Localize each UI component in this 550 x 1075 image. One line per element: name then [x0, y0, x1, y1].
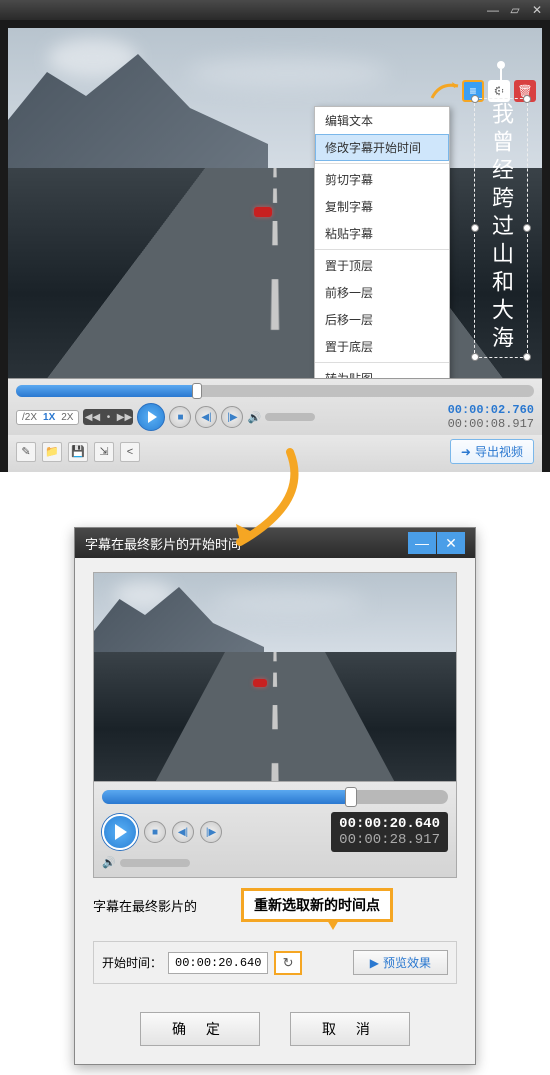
start-time-label: 开始时间：	[102, 954, 162, 971]
menu-change-start-time[interactable]: 修改字幕开始时间	[315, 134, 449, 161]
player-controls: /2X 1X 2X ◀◀ • ▶▶ ■ ◀| |▶ 🔊 00:00:02.760…	[8, 378, 542, 435]
start-time-dialog: 字幕在最终影片的开始时间 — ✕ ■ ◀| |▶ 00:00:20.640 00…	[74, 527, 476, 1065]
dialog-button-row: 确 定 取 消	[75, 998, 475, 1064]
menu-forward[interactable]: 前移一层	[315, 279, 449, 306]
close-icon[interactable]: ✕	[530, 3, 544, 17]
time-display: 00:00:02.760 00:00:08.917	[448, 403, 534, 431]
menu-paste[interactable]: 粘贴字幕	[315, 220, 449, 247]
start-time-input[interactable]: 00:00:20.640	[168, 952, 268, 974]
dialog-time-display: 00:00:20.640 00:00:28.917	[331, 812, 448, 852]
menu-copy[interactable]: 复制字幕	[315, 193, 449, 220]
video-editor-window: — ▱ ✕ ≡ ⚙ 🗑 我曾经跨过山和大海 编辑文本 修改字幕开始时间	[0, 0, 550, 472]
menu-cut[interactable]: 剪切字幕	[315, 166, 449, 193]
minimize-icon[interactable]: —	[486, 3, 500, 17]
next-frame-button[interactable]: |▶	[221, 406, 243, 428]
callout-arrow-icon	[430, 80, 464, 102]
export-arrow-icon: ➜	[461, 445, 471, 459]
dialog-volume-control[interactable]: 🔊	[102, 856, 448, 869]
export-icon[interactable]: ⇲	[94, 442, 114, 462]
play-icon: ▶	[370, 956, 379, 970]
resize-handle[interactable]	[471, 353, 479, 361]
subtitle-bounding-box[interactable]: 我曾经跨过山和大海	[474, 98, 528, 358]
open-icon[interactable]: 📁	[42, 442, 62, 462]
dialog-next-frame-button[interactable]: |▶	[200, 821, 222, 843]
speed-mid-icon[interactable]: •	[101, 411, 115, 423]
speed-one[interactable]: 1X	[41, 412, 57, 423]
resize-handle[interactable]	[471, 95, 479, 103]
subtitle-text[interactable]: 我曾经跨过山和大海	[485, 102, 517, 354]
speed-up-icon[interactable]: ▶▶	[117, 411, 131, 423]
dialog-stop-button[interactable]: ■	[144, 821, 166, 843]
callout-pointer-icon	[327, 920, 339, 930]
speed-two[interactable]: 2X	[59, 412, 75, 423]
share-icon[interactable]: <	[120, 442, 140, 462]
speed-stepper: ◀◀ • ▶▶	[83, 409, 133, 425]
time-current: 00:00:02.760	[448, 403, 534, 417]
flow-arrow-icon	[0, 472, 550, 527]
maximize-icon[interactable]: ▱	[508, 3, 522, 17]
dialog-timeline-slider[interactable]	[102, 790, 448, 804]
callout-label: 重新选取新的时间点	[241, 888, 393, 922]
dialog-time-total: 00:00:28.917	[339, 832, 440, 848]
time-input-row: 开始时间： 00:00:20.640 ↻ ▶ 预览效果	[93, 941, 457, 984]
export-video-button[interactable]: ➜ 导出视频	[450, 439, 534, 464]
time-total: 00:00:08.917	[448, 417, 534, 431]
video-preview: ≡ ⚙ 🗑 我曾经跨过山和大海 编辑文本 修改字幕开始时间 剪切字幕 复制字幕 …	[8, 28, 542, 378]
form-label: 字幕在最终影片的	[93, 899, 197, 914]
resize-handle[interactable]	[523, 224, 531, 232]
dialog-minimize-icon[interactable]: —	[408, 532, 436, 554]
menu-edit-text[interactable]: 编辑文本	[315, 107, 449, 134]
volume-control[interactable]: 🔊	[247, 411, 315, 424]
dialog-play-button[interactable]	[102, 814, 138, 850]
reset-time-button[interactable]: ↻	[274, 951, 302, 975]
menu-send-back[interactable]: 置于底层	[315, 333, 449, 360]
resize-handle[interactable]	[523, 353, 531, 361]
dialog-preview	[93, 572, 457, 782]
dialog-close-icon[interactable]: ✕	[437, 532, 465, 554]
dialog-player-controls: ■ ◀| |▶ 00:00:20.640 00:00:28.917 🔊	[93, 782, 457, 878]
resize-handle[interactable]	[471, 224, 479, 232]
dialog-prev-frame-button[interactable]: ◀|	[172, 821, 194, 843]
context-menu: 编辑文本 修改字幕开始时间 剪切字幕 复制字幕 粘贴字幕 置于顶层 前移一层 后…	[314, 106, 450, 378]
prev-frame-button[interactable]: ◀|	[195, 406, 217, 428]
dialog-time-current: 00:00:20.640	[339, 816, 440, 832]
stop-button[interactable]: ■	[169, 406, 191, 428]
cancel-button[interactable]: 取 消	[290, 1012, 410, 1046]
resize-handle[interactable]	[523, 95, 531, 103]
preview-effect-button[interactable]: ▶ 预览效果	[353, 950, 448, 975]
speed-selector[interactable]: /2X 1X 2X	[16, 410, 79, 425]
menu-to-sticker[interactable]: 转为贴图	[315, 365, 449, 378]
ok-button[interactable]: 确 定	[140, 1012, 260, 1046]
titlebar: — ▱ ✕	[0, 0, 550, 20]
speed-half[interactable]: /2X	[20, 412, 39, 423]
timeline-slider[interactable]	[16, 385, 534, 397]
menu-backward[interactable]: 后移一层	[315, 306, 449, 333]
save-icon[interactable]: 💾	[68, 442, 88, 462]
rotate-handle[interactable]	[500, 69, 502, 95]
menu-bring-front[interactable]: 置于顶层	[315, 252, 449, 279]
play-button[interactable]	[137, 403, 165, 431]
form-section: 字幕在最终影片的 重新选取新的时间点	[93, 896, 457, 915]
speed-down-icon[interactable]: ◀◀	[85, 411, 99, 423]
new-icon[interactable]: ✎	[16, 442, 36, 462]
